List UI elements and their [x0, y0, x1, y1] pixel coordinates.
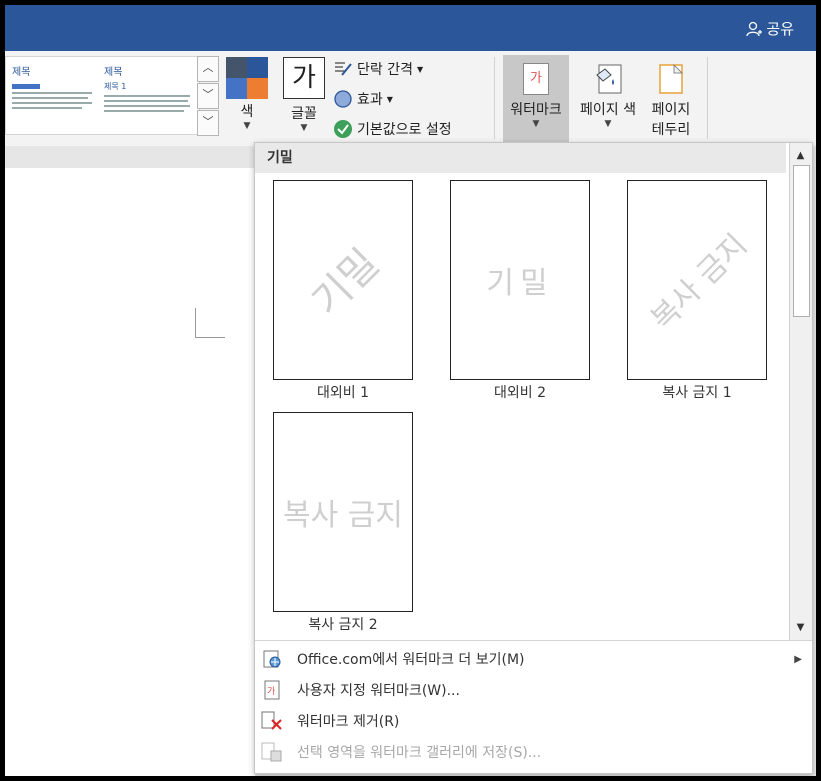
margin-marker: [195, 337, 225, 338]
office-online-icon: [261, 648, 283, 670]
text-line: [12, 97, 88, 99]
chevron-down-icon: ▼: [416, 64, 424, 74]
watermark-preview-text: 기밀: [303, 240, 389, 326]
watermark-gallery-dropdown: 기밀 ▲ ▼ 기밀 대외비 1 기밀 대외비 2 복사 금지 복사 금지 1 복…: [254, 142, 813, 774]
watermark-preview: 복사 금지: [627, 180, 767, 380]
remove-watermark-icon: [261, 710, 283, 732]
watermark-menu: Office.com에서 워터마크 더 보기(M) ▶ 가 사용자 지정 워터마…: [255, 640, 812, 774]
design-ribbon: 제목 제목 제목 1 ︿ ﹀ ﹀ 색 ▼ 가 글꼴 ▼ 단락 간격 ▼ 효과 ▼…: [5, 51, 816, 147]
effects-button[interactable]: 효과 ▼: [333, 89, 393, 109]
ribbon-divider: [707, 57, 708, 139]
remove-watermark-label: 워터마크 제거(R): [297, 714, 400, 730]
watermark-caption: 복사 금지 1: [662, 385, 732, 401]
gallery-section-header: 기밀: [255, 143, 786, 173]
set-as-default-label: 기본값으로 설정: [357, 122, 452, 138]
gallery-up-button[interactable]: ︿: [197, 56, 219, 82]
text-line: [12, 92, 92, 94]
remove-watermark-menu-item[interactable]: 워터마크 제거(R): [255, 706, 812, 736]
title-bar: 공유: [5, 5, 816, 51]
set-as-default-button[interactable]: 기본값으로 설정: [333, 119, 452, 139]
gallery-down-button[interactable]: ﹀: [197, 83, 219, 109]
page-color-button[interactable]: 페이지 색 ▼: [571, 55, 645, 129]
save-to-gallery-label: 선택 영역을 워터마크 갤러리에 저장(S)...: [297, 745, 542, 761]
chevron-down-icon: ▼: [300, 123, 308, 133]
custom-watermark-icon: 가: [261, 679, 283, 701]
save-to-gallery-menu-item: 선택 영역을 워터마크 갤러리에 저장(S)...: [255, 737, 812, 767]
custom-watermark-menu-item[interactable]: 가 사용자 지정 워터마크(W)...: [255, 675, 812, 705]
scroll-up-arrow-icon[interactable]: ▲: [790, 147, 811, 165]
gallery-more-button[interactable]: ﹀: [197, 110, 219, 136]
watermark-button[interactable]: 가 워터마크 ▼: [503, 55, 569, 146]
colors-icon: [226, 57, 268, 99]
watermark-icon: 가: [523, 63, 549, 95]
watermark-caption: 대외비 2: [494, 385, 546, 401]
svg-text:가: 가: [267, 686, 275, 697]
text-line: [12, 102, 92, 104]
watermark-preview: 복사 금지: [273, 412, 413, 612]
watermark-item-confidential-1[interactable]: 기밀 대외비 1: [273, 180, 413, 402]
watermark-preview: 기밀: [450, 180, 590, 380]
effects-label: 효과: [357, 92, 383, 108]
document-formatting-gallery[interactable]: 제목 제목 제목 1: [5, 56, 200, 135]
chevron-down-icon: ▼: [386, 94, 393, 104]
fonts-icon: 가: [283, 57, 325, 99]
fonts-label: 글꼴: [291, 106, 317, 122]
watermark-preview-text: 복사 금지: [283, 498, 403, 533]
save-to-gallery-icon: [261, 741, 283, 763]
style-title: 제목: [12, 67, 31, 78]
text-line: [104, 110, 184, 112]
watermark-label: 워터마크: [510, 102, 562, 118]
style-heading: 제목 1: [104, 82, 127, 91]
watermark-item-confidential-2[interactable]: 기밀 대외비 2: [450, 180, 590, 402]
watermark-item-do-not-copy-2[interactable]: 복사 금지 복사 금지 2: [273, 412, 413, 634]
paragraph-spacing-icon: [335, 62, 352, 76]
colors-button[interactable]: 색 ▼: [225, 57, 269, 131]
gallery-scroll: ︿ ﹀ ﹀: [197, 56, 219, 136]
more-watermarks-label: Office.com에서 워터마크 더 보기(M): [297, 652, 525, 668]
margin-marker: [195, 308, 196, 338]
page-borders-icon: [659, 63, 684, 94]
style-set-1[interactable]: 제목: [12, 63, 100, 109]
text-line: [104, 100, 188, 102]
chevron-down-icon: ▼: [604, 119, 612, 129]
custom-watermark-label: 사용자 지정 워터마크(W)...: [297, 683, 460, 699]
style-heading-bar: [12, 84, 40, 89]
paragraph-spacing-button[interactable]: 단락 간격 ▼: [333, 59, 423, 79]
page-borders-label-line1: 페이지: [651, 102, 691, 118]
scrollbar-thumb[interactable]: [793, 165, 810, 317]
paint-bucket-icon: [596, 64, 622, 94]
document-page[interactable]: [5, 168, 255, 776]
share-button[interactable]: 공유: [746, 18, 794, 39]
page-color-label: 페이지 색: [580, 102, 636, 118]
effects-icon: [334, 90, 352, 108]
paragraph-spacing-label: 단락 간격: [357, 62, 413, 78]
watermark-preview-text: 기밀: [486, 266, 554, 301]
word-window: 공유 제목 제목 제목 1 ︿ ﹀ ﹀ 색 ▼ 가 글꼴 ▼ 단락 간격 ▼ 효…: [5, 5, 816, 776]
text-line: [104, 95, 190, 97]
page-borders-button[interactable]: 페이지 테두리: [645, 55, 697, 139]
chevron-down-icon: ▼: [532, 119, 540, 129]
share-label: 공유: [766, 20, 794, 38]
fonts-button[interactable]: 가 글꼴 ▼: [279, 57, 329, 133]
chevron-down-icon: ▼: [243, 121, 251, 131]
gallery-scrollbar[interactable]: ▲ ▼: [789, 143, 812, 640]
style-title: 제목: [104, 67, 123, 78]
page-borders-label-line2: 테두리: [651, 122, 691, 138]
watermark-preview: 기밀: [273, 180, 413, 380]
watermark-caption: 대외비 1: [317, 385, 369, 401]
watermark-item-do-not-copy-1[interactable]: 복사 금지 복사 금지 1: [627, 180, 767, 402]
watermark-preview-text: 복사 금지: [644, 227, 755, 338]
watermark-caption: 복사 금지 2: [308, 617, 378, 633]
submenu-arrow-icon: ▶: [794, 653, 802, 665]
text-line: [12, 107, 82, 109]
checkmark-icon: [334, 120, 352, 138]
colors-label: 색: [240, 104, 254, 120]
ribbon-divider: [494, 57, 495, 139]
style-set-2[interactable]: 제목 제목 1: [104, 63, 192, 112]
scroll-down-arrow-icon[interactable]: ▼: [790, 619, 811, 637]
person-icon: [746, 21, 763, 36]
text-line: [104, 105, 190, 107]
more-watermarks-menu-item[interactable]: Office.com에서 워터마크 더 보기(M) ▶: [255, 644, 812, 674]
